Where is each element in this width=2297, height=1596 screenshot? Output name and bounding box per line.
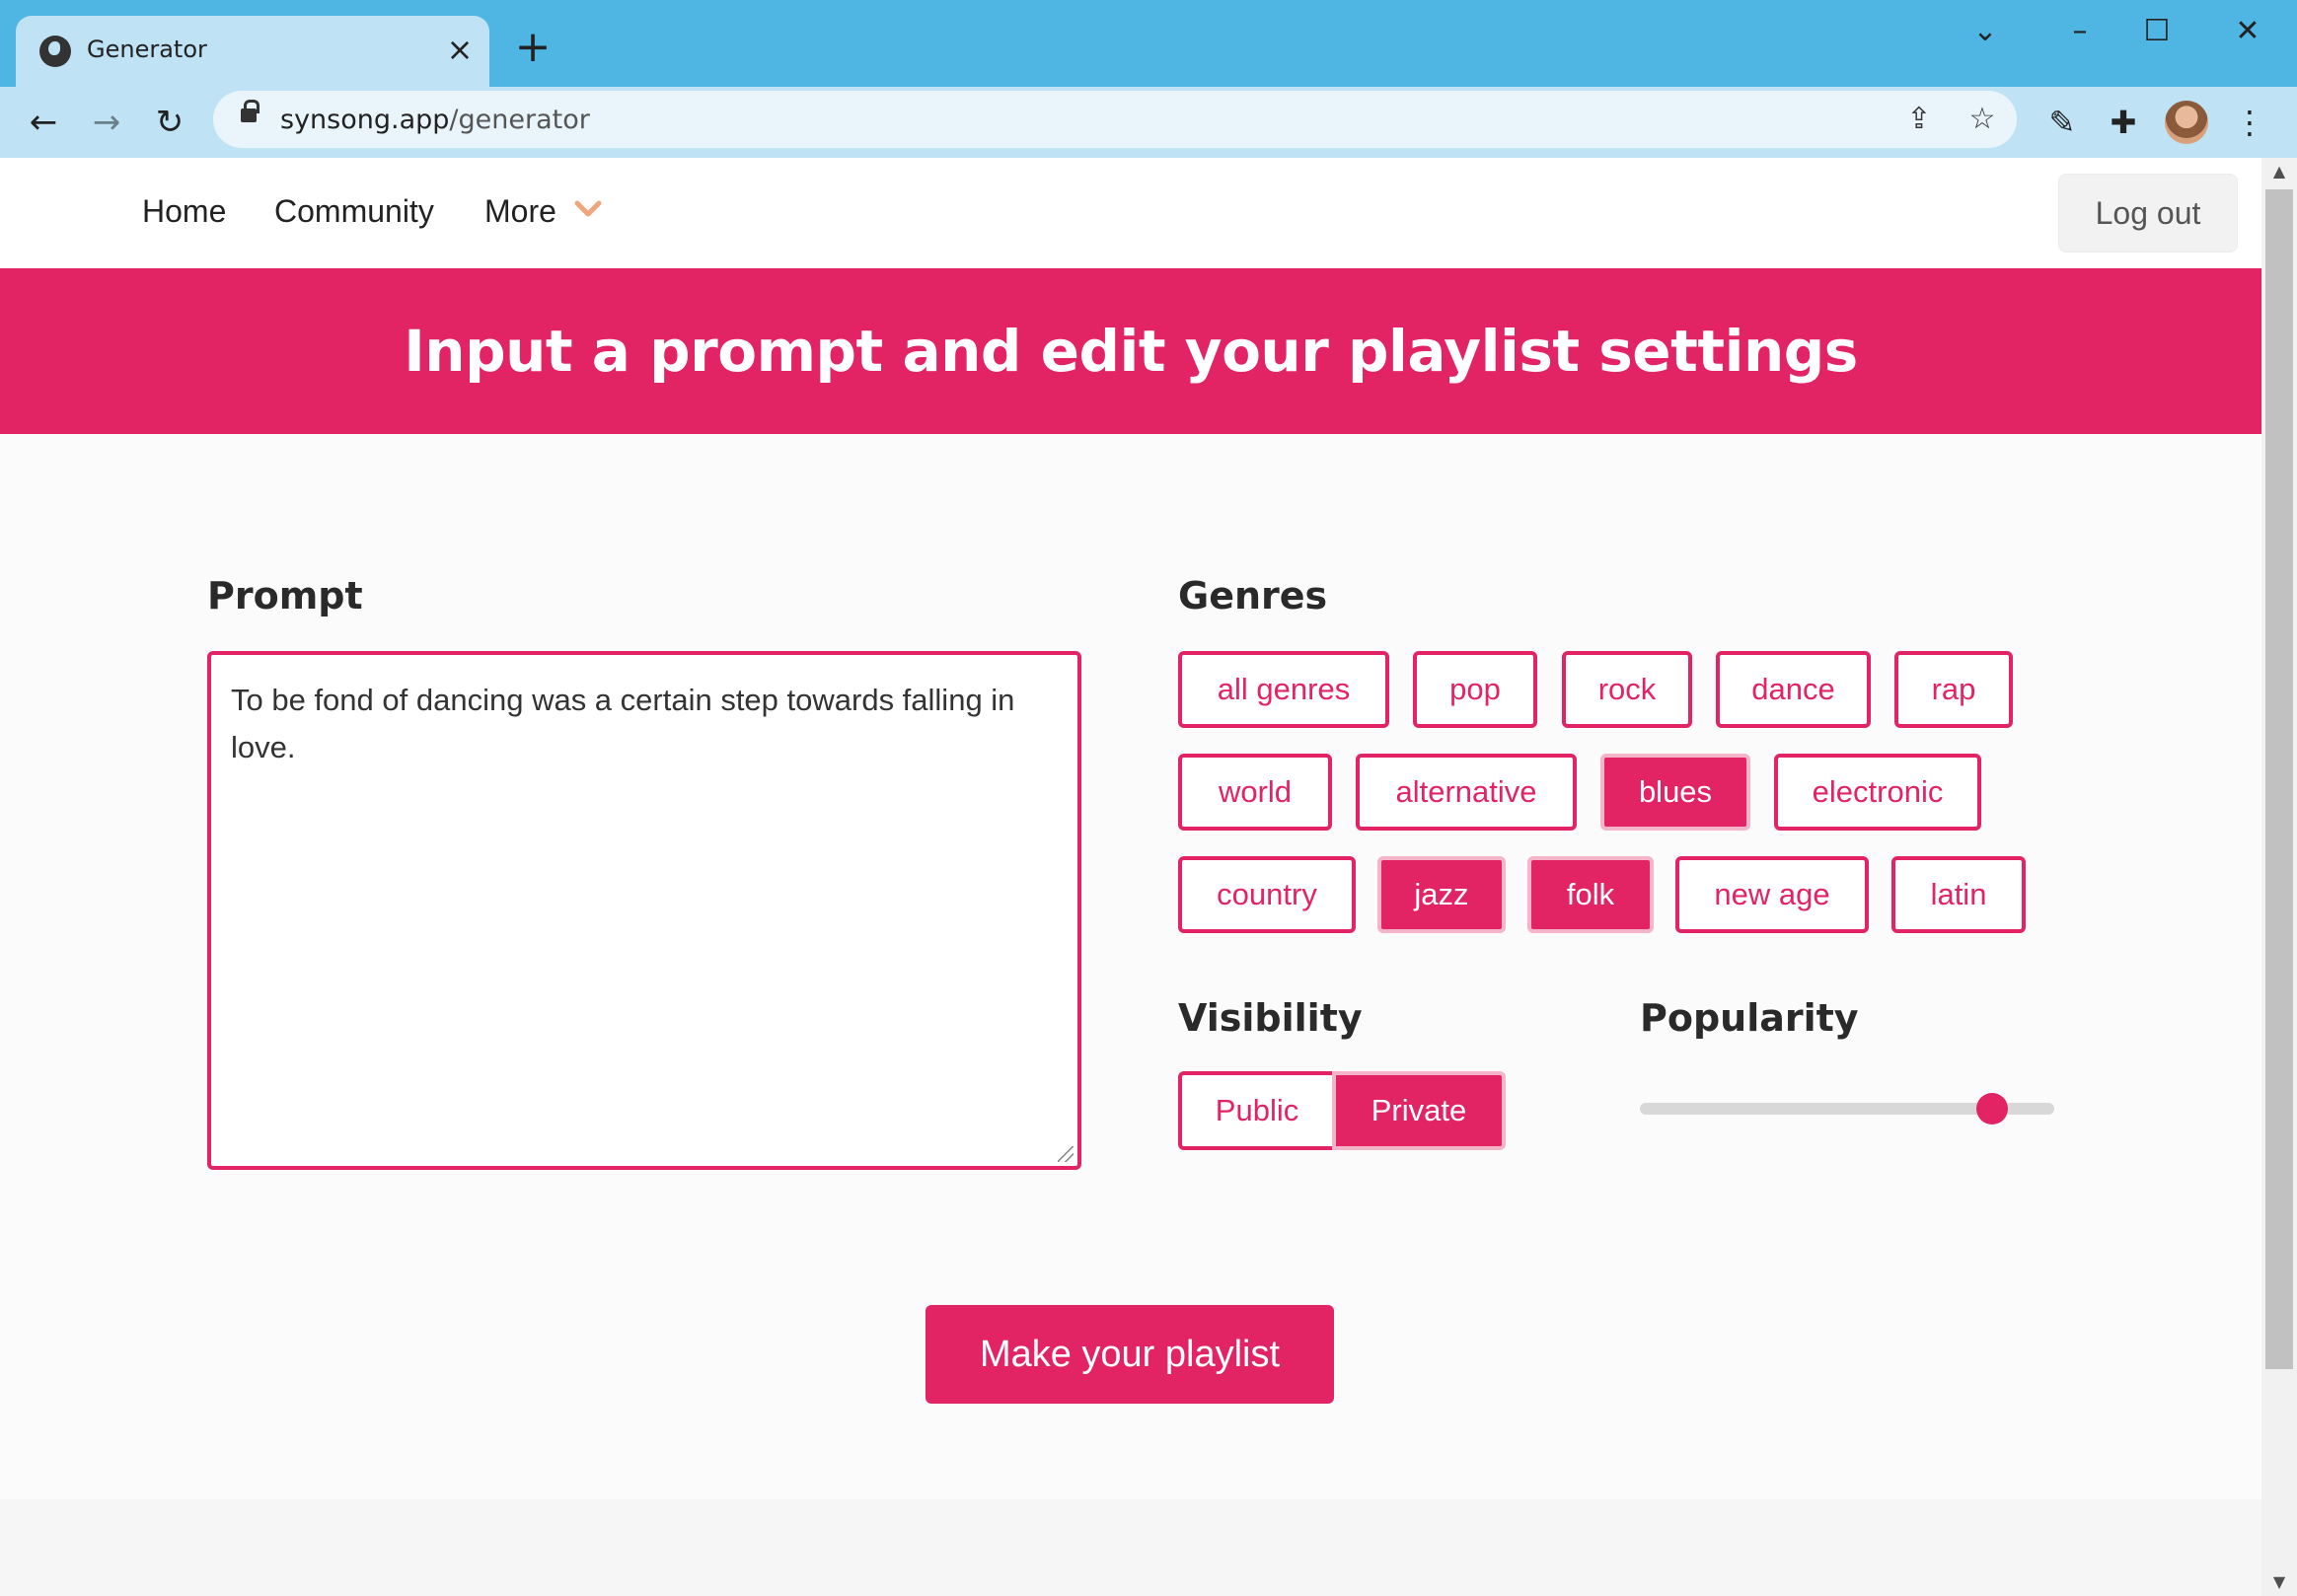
nav-more[interactable]: More <box>484 193 556 230</box>
forward-icon[interactable]: → <box>85 101 128 144</box>
genre-chip-rap[interactable]: rap <box>1894 651 2013 728</box>
address-bar[interactable]: synsong.app/generator ⇪ ☆ <box>213 91 2017 148</box>
genre-chip-alternative[interactable]: alternative <box>1356 754 1577 831</box>
genre-chip-blues[interactable]: blues <box>1600 754 1750 831</box>
new-tab-icon[interactable]: + <box>513 26 553 69</box>
resize-handle-icon[interactable] <box>1058 1146 1074 1162</box>
visibility-public-button[interactable]: Public <box>1178 1071 1332 1150</box>
logout-button[interactable]: Log out <box>2058 174 2238 253</box>
lock-icon <box>241 100 259 122</box>
globe-icon <box>39 36 71 67</box>
tab-close-icon[interactable]: × <box>440 30 480 69</box>
genre-chip-dance[interactable]: dance <box>1716 651 1871 728</box>
minimize-icon[interactable]: – <box>2050 12 2110 51</box>
scroll-down-arrow-icon[interactable]: ▼ <box>2261 1568 2297 1596</box>
genre-chip-country[interactable]: country <box>1178 856 1356 933</box>
site-header: Home Community More Log out <box>0 158 2261 268</box>
genre-chip-pop[interactable]: pop <box>1413 651 1537 728</box>
genre-chip-world[interactable]: world <box>1178 754 1332 831</box>
browser-tab[interactable]: Generator × <box>16 16 489 87</box>
genre-chip-latin[interactable]: latin <box>1891 856 2026 933</box>
share-icon[interactable]: ⇪ <box>1898 99 1940 140</box>
nav-home[interactable]: Home <box>142 193 226 230</box>
tab-search-icon[interactable]: ⌄ <box>1956 12 2015 51</box>
popularity-slider-thumb[interactable] <box>1976 1093 2009 1124</box>
visibility-label: Visibility <box>1178 996 1363 1040</box>
url-text: synsong.app/generator <box>280 105 590 135</box>
scrollbar-thumb[interactable] <box>2265 189 2293 1369</box>
scroll-up-arrow-icon[interactable]: ▲ <box>2261 158 2297 185</box>
reload-icon[interactable]: ↻ <box>148 101 191 144</box>
prompt-label: Prompt <box>207 574 363 617</box>
tab-title: Generator <box>87 36 207 63</box>
visibility-private-button[interactable]: Private <box>1332 1071 1506 1150</box>
prompt-text: To be fond of dancing was a certain step… <box>231 683 1015 764</box>
genre-chip-all-genres[interactable]: all genres <box>1178 651 1389 728</box>
genre-chip-jazz[interactable]: jazz <box>1377 856 1506 933</box>
window-close-icon[interactable]: ✕ <box>2218 12 2277 51</box>
menu-kebab-icon[interactable]: ⋮ <box>2228 101 2271 144</box>
genre-chip-new-age[interactable]: new age <box>1675 856 1869 933</box>
genre-chip-folk[interactable]: folk <box>1527 856 1654 933</box>
popularity-label: Popularity <box>1640 996 1859 1040</box>
footer <box>0 1499 2261 1596</box>
eyedropper-icon[interactable]: ✎ <box>2040 101 2084 144</box>
extensions-icon[interactable]: ✚ <box>2102 101 2145 144</box>
make-playlist-button[interactable]: Make your playlist <box>926 1305 1334 1404</box>
page-content: Home Community More Log out Input a prom… <box>0 158 2261 1596</box>
chevron-down-icon[interactable] <box>574 199 602 219</box>
maximize-icon[interactable]: ☐ <box>2127 12 2186 51</box>
genre-chip-electronic[interactable]: electronic <box>1774 754 1981 831</box>
nav-community[interactable]: Community <box>274 193 434 230</box>
page-banner: Input a prompt and edit your playlist se… <box>0 268 2261 434</box>
bookmark-star-icon[interactable]: ☆ <box>1962 99 2003 140</box>
back-icon[interactable]: ← <box>22 101 65 144</box>
browser-titlebar: Generator × + ⌄ – ☐ ✕ <box>0 0 2297 87</box>
genre-chip-rock[interactable]: rock <box>1562 651 1692 728</box>
page-scrollbar[interactable]: ▲ ▼ <box>2261 158 2297 1596</box>
popularity-slider[interactable] <box>1640 1093 2054 1124</box>
page-title: Input a prompt and edit your playlist se… <box>404 318 1858 385</box>
prompt-textarea[interactable]: To be fond of dancing was a certain step… <box>207 651 1081 1170</box>
browser-toolbar: ← → ↻ synsong.app/generator ⇪ ☆ ✎ ✚ ⋮ <box>0 87 2297 158</box>
profile-avatar[interactable] <box>2165 101 2208 144</box>
genres-label: Genres <box>1178 574 1328 617</box>
